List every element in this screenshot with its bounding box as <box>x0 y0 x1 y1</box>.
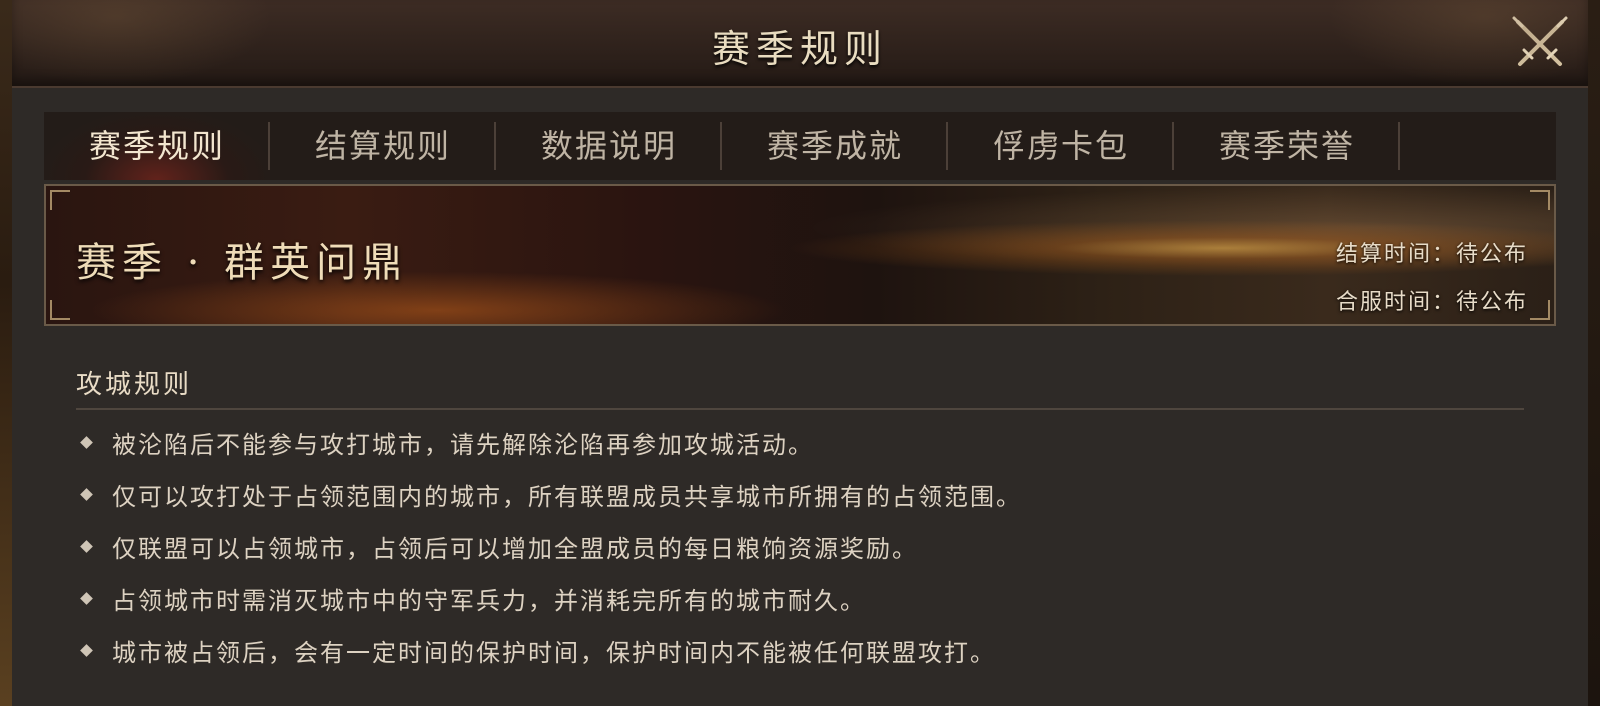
merge-time: 合服时间：待公布 <box>1335 290 1528 315</box>
tab-captive-card-pack[interactable]: 俘虏卡包 <box>948 112 1174 180</box>
tab-data-description[interactable]: 数据说明 <box>496 112 722 180</box>
diamond-bullet-icon <box>80 592 93 605</box>
diamond-bullet-icon <box>80 644 93 657</box>
crossed-swords-close-icon <box>1512 16 1568 66</box>
banner-corner-ornament <box>1530 190 1550 210</box>
season-rules-dialog: 赛季规则 赛季规则 结算规则 数据说明 赛季成就 俘虏卡包 赛季荣誉 赛季 · … <box>12 0 1588 706</box>
diamond-bullet-icon <box>80 436 93 449</box>
diamond-bullet-icon <box>80 488 93 501</box>
rule-text: 仅联盟可以占领城市，占领后可以增加全盟成员的每日粮饷资源奖励。 <box>112 535 918 563</box>
diamond-bullet-icon <box>80 540 93 553</box>
settlement-time: 结算时间：待公布 <box>1335 242 1528 267</box>
rule-text: 被沦陷后不能参与攻打城市，请先解除沦陷再参加攻城活动。 <box>112 431 814 459</box>
background-edge-right <box>1588 0 1600 706</box>
close-button[interactable] <box>1508 12 1572 76</box>
tab-season-honor[interactable]: 赛季荣誉 <box>1174 112 1400 180</box>
rule-text: 占领城市时需消灭城市中的守军兵力，并消耗完所有的城市耐久。 <box>112 587 866 615</box>
season-name: 赛季 · 群英问鼎 <box>76 240 409 286</box>
rule-item: 被沦陷后不能参与攻打城市，请先解除沦陷再参加攻城活动。 <box>76 426 1536 478</box>
banner-corner-ornament <box>50 190 70 210</box>
rule-text: 城市被占领后，会有一定时间的保护时间，保护时间内不能被任何联盟攻打。 <box>112 639 996 667</box>
rule-item: 仅联盟可以占领城市，占领后可以增加全盟成员的每日粮饷资源奖励。 <box>76 530 1536 582</box>
banner-corner-ornament <box>50 300 70 320</box>
season-banner: 赛季 · 群英问鼎 结算时间：待公布 合服时间：待公布 <box>44 184 1556 326</box>
rule-item: 城市被占领后，会有一定时间的保护时间，保护时间内不能被任何联盟攻打。 <box>76 634 1536 686</box>
tab-season-rules[interactable]: 赛季规则 <box>44 112 270 180</box>
rule-text: 仅可以攻打处于占领范围内的城市，所有联盟成员共享城市所拥有的占领范围。 <box>112 483 1022 511</box>
rule-item: 仅可以攻打处于占领范围内的城市，所有联盟成员共享城市所拥有的占领范围。 <box>76 478 1536 530</box>
dialog-title: 赛季规则 <box>711 27 888 71</box>
background-edge-left <box>0 0 12 706</box>
tab-bar: 赛季规则 结算规则 数据说明 赛季成就 俘虏卡包 赛季荣誉 <box>44 112 1556 180</box>
rules-list: 被沦陷后不能参与攻打城市，请先解除沦陷再参加攻城活动。 仅可以攻打处于占领范围内… <box>76 426 1536 686</box>
tab-settlement-rules[interactable]: 结算规则 <box>270 112 496 180</box>
tab-season-achievements[interactable]: 赛季成就 <box>722 112 948 180</box>
banner-corner-ornament <box>1530 300 1550 320</box>
section-title: 攻城规则 <box>76 370 193 400</box>
rule-item: 占领城市时需消灭城市中的守军兵力，并消耗完所有的城市耐久。 <box>76 582 1536 634</box>
section-divider <box>76 408 1524 410</box>
title-bar: 赛季规则 <box>12 0 1588 88</box>
